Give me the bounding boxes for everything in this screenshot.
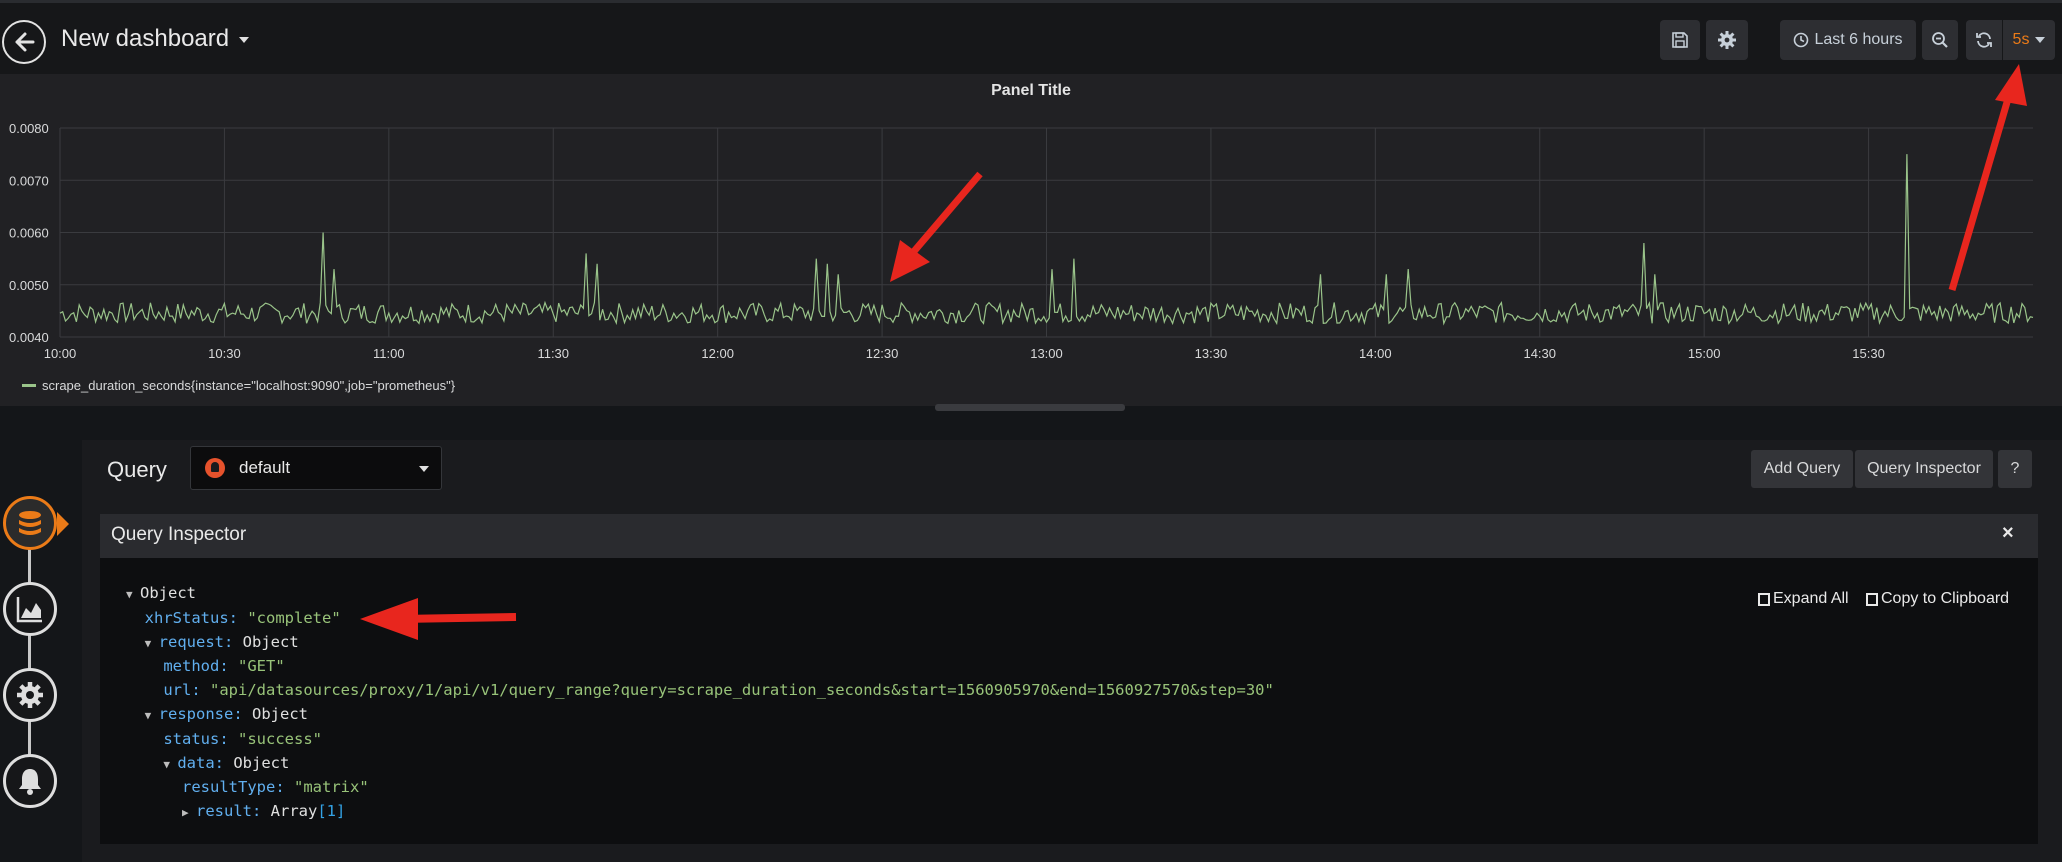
refresh-icon (1976, 32, 1992, 48)
expand-all-button[interactable]: Expand All (1758, 590, 1849, 608)
close-icon[interactable]: × (2002, 522, 2014, 545)
chevron-down-icon (2035, 37, 2046, 43)
time-series-graph[interactable]: 0.0080 0.0070 0.0060 0.0050 0.004010:00 10:30… (0, 74, 2062, 406)
x-tick-label: 10:30 (208, 346, 241, 361)
time-range-picker[interactable]: Last 6 hours (1780, 20, 1916, 60)
datasource-value: default (239, 458, 291, 477)
y-tick-label: 0.0080 (9, 121, 49, 136)
cog-icon (17, 682, 43, 708)
top-navbar: New dashboard Last 6 hours 5s (0, 0, 2062, 74)
x-tick-label: 14:30 (1523, 346, 1556, 361)
copy-to-clipboard-button[interactable]: Copy to Clipboard (1866, 590, 2009, 608)
save-icon (1672, 32, 1688, 48)
query-inspector-title: Query Inspector (111, 524, 247, 545)
prometheus-icon (205, 458, 225, 478)
x-tick-label: 15:00 (1688, 346, 1721, 361)
zoom-out-icon (1932, 32, 1948, 48)
sidebar-connector (28, 520, 31, 790)
save-dashboard-button[interactable] (1660, 20, 1700, 60)
chevron-down-icon (239, 36, 250, 43)
help-button[interactable]: ? (1998, 450, 2032, 488)
x-tick-label: 15:30 (1852, 346, 1885, 361)
y-tick-label: 0.0040 (9, 330, 49, 345)
legend-series-label: scrape_duration_seconds{instance="localh… (42, 378, 456, 393)
chevron-down-icon (419, 466, 429, 472)
x-tick-label: 13:00 (1030, 346, 1063, 361)
x-tick-label: 11:30 (537, 346, 569, 361)
legend-swatch (22, 384, 36, 387)
plus-square-icon (1758, 592, 1770, 606)
triangle-down-icon: ▼ (144, 636, 152, 650)
refresh-interval-picker[interactable]: 5s (2003, 20, 2055, 60)
x-tick-label: 11:00 (373, 346, 405, 361)
zoom-out-button[interactable] (1922, 20, 1958, 60)
query-heading: Query (107, 457, 167, 482)
tree-data[interactable]: ▼ data: Object (126, 752, 1274, 777)
add-query-button[interactable]: Add Query (1751, 450, 1853, 488)
tree-method: method: "GET" (163, 657, 285, 676)
triangle-right-icon: ▶ (182, 806, 189, 820)
y-tick-label: 0.0070 (9, 173, 49, 188)
dashboard-title[interactable]: New dashboard (61, 25, 250, 53)
gear-icon (1718, 31, 1736, 49)
active-indicator (57, 512, 69, 536)
back-button[interactable] (2, 20, 46, 64)
time-range-label: Last 6 hours (1814, 31, 1903, 48)
clipboard-icon (1866, 592, 1878, 606)
tree-request[interactable]: ▼ request: Object (126, 631, 1274, 656)
arrow-left-icon (15, 32, 35, 52)
tree-response[interactable]: ▼ response: Object (126, 703, 1274, 728)
tree-url: url: "api/datasources/proxy/1/api/v1/que… (163, 681, 1274, 700)
refresh-button[interactable] (1966, 20, 2002, 60)
datasource-select[interactable]: default (190, 446, 442, 490)
copy-label: Copy to Clipboard (1881, 590, 2010, 607)
y-tick-label: 0.0060 (9, 226, 49, 241)
triangle-down-icon: ▼ (126, 588, 133, 601)
json-tree: ▼ Object xhrStatus: "complete" ▼ request: … (126, 582, 1274, 825)
chart-area-icon (16, 597, 42, 623)
clock-icon (1794, 32, 1809, 48)
graph-panel: Panel Title 0.0080 0.0070 0.0060 0.0050 0.00… (0, 74, 2062, 406)
tree-result[interactable]: ▶ result: Array[1] (126, 800, 1274, 825)
y-tick-label: 0.0050 (9, 278, 49, 293)
tree-status: status: "success" (163, 729, 322, 748)
triangle-down-icon: ▼ (163, 757, 170, 771)
x-tick-label: 12:00 (701, 346, 734, 361)
bell-icon (19, 769, 41, 795)
database-icon (19, 511, 41, 535)
query-inspector-button[interactable]: Query Inspector (1855, 450, 1993, 488)
tree-result-type: resultType: "matrix" (182, 778, 369, 797)
sidebar-general-settings-button[interactable] (3, 668, 57, 722)
sidebar-visualization-button[interactable] (3, 582, 57, 636)
triangle-down-icon: ▼ (144, 708, 152, 722)
dashboard-title-text: New dashboard (61, 25, 230, 52)
refresh-interval-label: 5s (2012, 31, 2030, 48)
x-tick-label: 14:00 (1359, 346, 1392, 361)
panel-resize-handle[interactable] (935, 404, 1125, 411)
settings-button[interactable] (1706, 20, 1748, 60)
x-tick-label: 10:00 (44, 346, 77, 361)
sidebar-alert-button[interactable] (3, 754, 57, 808)
x-tick-label: 13:30 (1195, 346, 1228, 361)
query-inspector-header (100, 514, 2038, 558)
x-tick-label: 12:30 (866, 346, 899, 361)
tree-xhr-status: xhrStatus: "complete" (144, 608, 341, 627)
graph-legend[interactable]: scrape_duration_seconds{instance="localh… (22, 378, 455, 393)
sidebar-queries-button[interactable] (3, 496, 57, 550)
expand-all-label: Expand All (1773, 590, 1849, 607)
tree-root[interactable]: ▼ Object (126, 582, 1274, 607)
